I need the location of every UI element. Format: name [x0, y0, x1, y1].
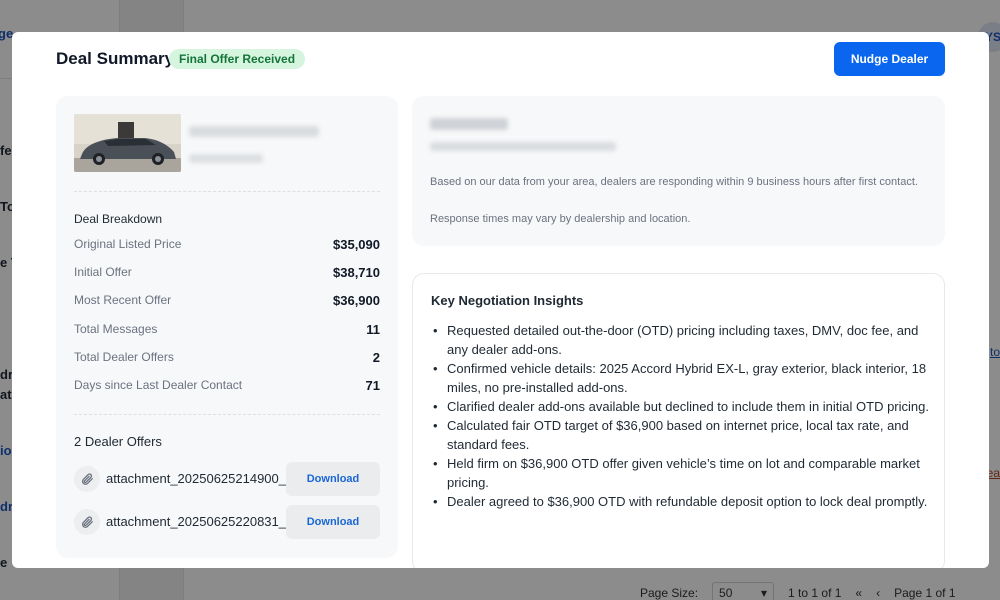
insight-item: Clarified dealer add-ons available but d…	[433, 397, 929, 416]
status-badge: Final Offer Received	[169, 49, 306, 69]
dealer-name-redacted	[430, 118, 508, 130]
breakdown-label: Days since Last Dealer Contact	[74, 378, 243, 392]
dealer-info-card: Based on our data from your area, dealer…	[412, 96, 945, 246]
breakdown-row-initial-offer: Initial Offer $38,710	[74, 263, 380, 281]
offer-row: attachment_20250625214900_ Download	[74, 462, 380, 496]
card-divider	[74, 414, 380, 415]
modal-title: Deal Summary	[56, 49, 175, 68]
card-divider	[74, 191, 380, 192]
breakdown-row-dealer-offers: Total Dealer Offers 2	[74, 348, 380, 366]
breakdown-row-days-since-contact: Days since Last Dealer Contact 71	[74, 376, 380, 394]
insight-item: Requested detailed out-the-door (OTD) pr…	[433, 321, 929, 359]
breakdown-label: Most Recent Offer	[74, 293, 172, 307]
breakdown-label: Total Dealer Offers	[74, 350, 174, 364]
dealer-address-redacted	[430, 142, 616, 151]
breakdown-row-original-price: Original Listed Price $35,090	[74, 235, 380, 253]
deal-details-card: Deal Breakdown Original Listed Price $35…	[56, 96, 398, 558]
offer-row: attachment_20250625220831_ Download	[74, 505, 380, 539]
breakdown-value: 71	[365, 377, 380, 393]
insights-list: Requested detailed out-the-door (OTD) pr…	[433, 321, 929, 511]
download-button[interactable]: Download	[286, 462, 380, 496]
insight-item: Calculated fair OTD target of $36,900 ba…	[433, 416, 929, 454]
nudge-dealer-button[interactable]: Nudge Dealer	[834, 42, 945, 76]
insights-title: Key Negotiation Insights	[431, 293, 584, 308]
breakdown-value: 2	[372, 349, 380, 365]
breakdown-value: 11	[366, 321, 380, 337]
insight-item: Confirmed vehicle details: 2025 Accord H…	[433, 359, 929, 397]
response-time-text: Based on our data from your area, dealer…	[430, 176, 918, 188]
insight-item: Held firm on $36,900 OTD offer given veh…	[433, 454, 929, 492]
vehicle-details-redacted	[189, 154, 263, 163]
breakdown-value: $35,090	[333, 236, 380, 252]
breakdown-label: Original Listed Price	[74, 237, 182, 251]
offer-attachment-name[interactable]: attachment_20250625214900_	[106, 471, 286, 486]
breakdown-row-total-messages: Total Messages 11	[74, 320, 380, 338]
breakdown-row-recent-offer: Most Recent Offer $36,900	[74, 291, 380, 309]
breakdown-value: $36,900	[333, 292, 380, 308]
breakdown-value: $38,710	[333, 264, 380, 280]
deal-summary-modal: Deal Summary Final Offer Received Nudge …	[12, 32, 989, 568]
vehicle-photo	[74, 114, 181, 172]
vehicle-name-redacted	[189, 126, 319, 137]
insight-item: Dealer agreed to $36,900 OTD with refund…	[433, 492, 929, 511]
download-button[interactable]: Download	[286, 505, 380, 539]
paperclip-icon	[74, 509, 100, 535]
paperclip-icon	[74, 466, 100, 492]
breakdown-label: Initial Offer	[74, 265, 132, 279]
response-time-note: Response times may vary by dealership an…	[430, 213, 691, 225]
deal-breakdown-heading: Deal Breakdown	[74, 212, 163, 226]
dealer-offers-heading: 2 Dealer Offers	[74, 434, 162, 449]
offer-attachment-name[interactable]: attachment_20250625220831_	[106, 514, 286, 529]
negotiation-insights-card: Key Negotiation Insights Requested detai…	[412, 273, 945, 568]
breakdown-label: Total Messages	[74, 322, 158, 336]
